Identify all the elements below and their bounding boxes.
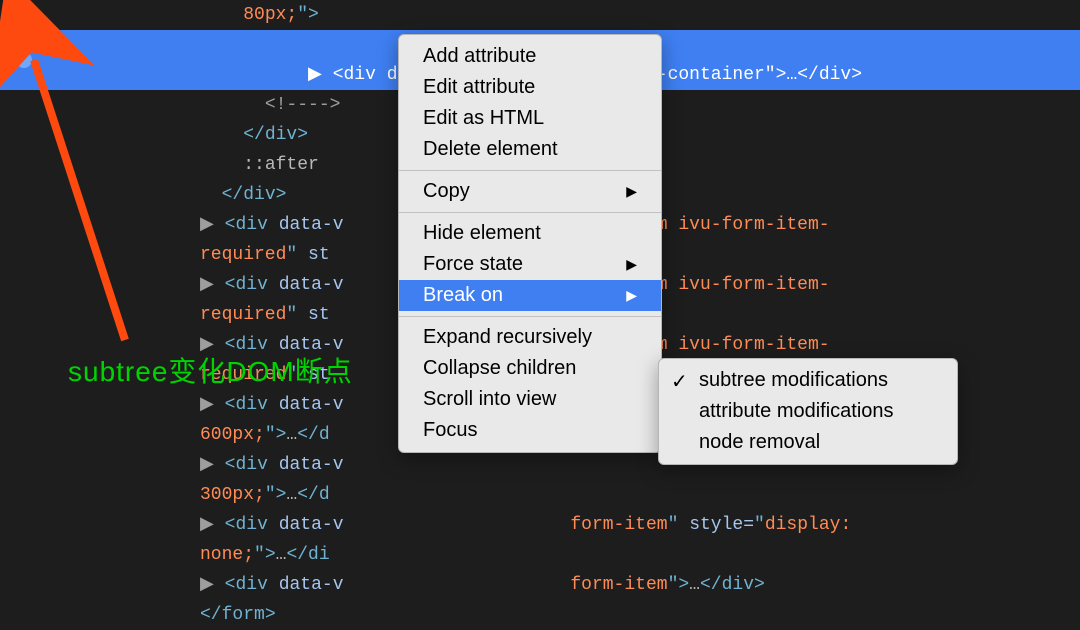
sub-attribute-modifications[interactable]: attribute modifications [659, 396, 957, 427]
sub-subtree-modifications[interactable]: ✓ subtree modifications [659, 365, 957, 396]
expand-arrow-icon[interactable]: ▶ [200, 455, 214, 475]
ctx-focus[interactable]: Focus [399, 415, 661, 446]
ctx-delete-element[interactable]: Delete element [399, 134, 661, 165]
code-line[interactable]: ▶ <div data-v form-item">…</div> [0, 570, 1080, 600]
submenu-arrow-icon: ▶ [626, 256, 637, 273]
ctx-expand-recursively[interactable]: Expand recursively [399, 322, 661, 353]
menu-separator [399, 316, 661, 317]
ctx-edit-attribute[interactable]: Edit attribute [399, 72, 661, 103]
ctx-add-attribute[interactable]: Add attribute [399, 41, 661, 72]
break-on-submenu: ✓ subtree modifications attribute modifi… [658, 358, 958, 465]
menu-separator [399, 170, 661, 171]
code-line: 300px;">…</d [0, 480, 1080, 510]
ctx-collapse-children[interactable]: Collapse children [399, 353, 661, 384]
sub-node-removal[interactable]: node removal [659, 427, 957, 458]
menu-separator [399, 212, 661, 213]
annotation-label: subtree变化DOM断点 [68, 350, 353, 390]
ctx-force-state[interactable]: Force state▶ [399, 249, 661, 280]
submenu-arrow-icon: ▶ [626, 183, 637, 200]
ctx-scroll-into-view[interactable]: Scroll into view [399, 384, 661, 415]
ctx-break-on[interactable]: Break on▶ [399, 280, 661, 311]
ctx-edit-as-html[interactable]: Edit as HTML [399, 103, 661, 134]
code-line[interactable]: ▶ <div data-v form-item" style="display: [0, 510, 1080, 540]
expand-arrow-icon[interactable]: ▶ [200, 275, 214, 295]
expand-arrow-icon[interactable]: ▶ [308, 65, 322, 85]
checkmark-icon: ✓ [671, 369, 688, 394]
expand-arrow-icon[interactable]: ▶ [200, 575, 214, 595]
ctx-hide-element[interactable]: Hide element [399, 218, 661, 249]
code-line: none;">…</di [0, 540, 1080, 570]
expand-arrow-icon[interactable]: ▶ [200, 395, 214, 415]
ctx-copy[interactable]: Copy▶ [399, 176, 661, 207]
expand-arrow-icon[interactable]: ▶ [200, 215, 214, 235]
code-line: </form> [0, 600, 1080, 630]
breakpoint-indicator-icon [16, 52, 32, 68]
expand-arrow-icon[interactable]: ▶ [200, 515, 214, 535]
submenu-arrow-icon: ▶ [626, 287, 637, 304]
code-line: 80px;"> [0, 0, 1080, 30]
context-menu: Add attribute Edit attribute Edit as HTM… [398, 34, 662, 453]
